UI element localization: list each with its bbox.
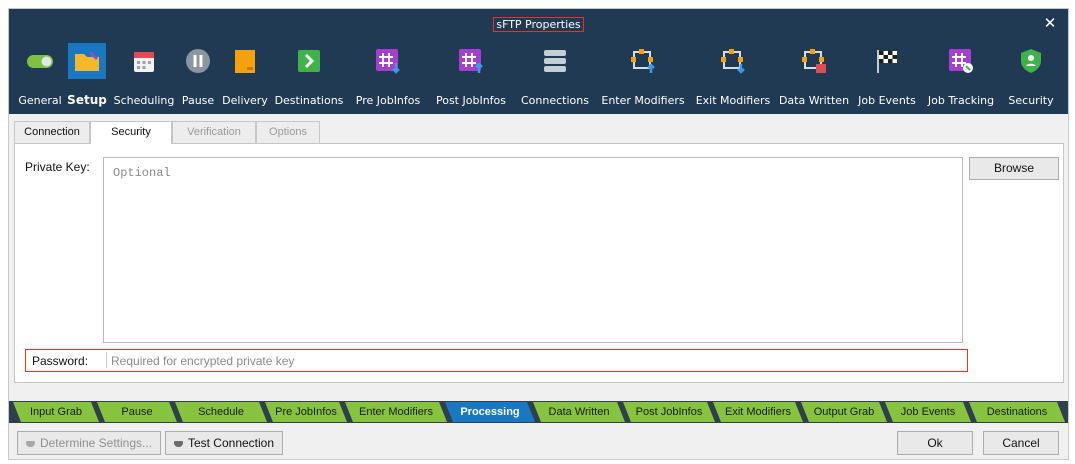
toolbar-enter-modifiers[interactable]: Enter Modifiers [597,47,689,111]
determine-settings-label: Determine Settings... [39,436,153,450]
browse-label: Browse [993,161,1034,175]
security-panel: Private Key: Optional Browse Password: [14,143,1064,383]
hash-up-icon [459,49,483,73]
step-job-events[interactable]: Job Events [885,402,971,422]
modifier-exit-icon [721,49,745,74]
step-exit-modifiers[interactable]: Exit Modifiers [713,402,803,422]
step-input-grab[interactable]: Input Grab [13,402,99,422]
determine-settings-button[interactable]: Determine Settings... [17,431,161,455]
step-processing[interactable]: Processing [445,402,535,422]
step-schedule[interactable]: Schedule [175,402,267,422]
cancel-button[interactable]: Cancel [983,431,1059,455]
toolbar-post-jobinfos-label: Post JobInfos [435,94,507,107]
step-pause[interactable]: Pause [97,402,177,422]
cancel-label: Cancel [1002,436,1040,450]
toolbar-enter-modifiers-label: Enter Modifiers [601,94,685,107]
ok-label: Ok [927,436,943,450]
toolbar-scheduling-label: Scheduling [113,94,175,107]
step-enter-modifiers[interactable]: Enter Modifiers [345,402,447,422]
arrow-right-icon [298,50,320,72]
browse-button[interactable]: Browse [969,157,1059,180]
toggle-icon [27,55,53,68]
toolbar-data-written[interactable]: Data Written [777,47,851,111]
private-key-label: Private Key: [25,160,90,174]
window-title: sFTP Properties [493,17,584,32]
title-bar: sFTP Properties ✕ [9,9,1068,41]
toolbar-data-written-label: Data Written [778,94,850,107]
password-field[interactable] [111,352,961,369]
shield-icon [1021,49,1041,73]
checkered-flag-icon [877,50,897,73]
password-row: Password: [25,349,968,372]
toolbar-connections[interactable]: Connections [515,47,595,111]
toolbar-job-tracking[interactable]: Job Tracking [923,47,999,111]
hash-down-icon [376,49,400,74]
ok-button[interactable]: Ok [897,431,973,455]
toolbar-setup[interactable]: Setup [65,43,109,111]
toolbar-general-label: General [18,94,62,107]
toolbar-post-jobinfos[interactable]: Post JobInfos [429,47,513,111]
tab-connection[interactable]: Connection [14,121,90,143]
test-connection-label: Test Connection [187,436,275,450]
close-button[interactable]: ✕ [1041,14,1059,32]
toolbar-connections-label: Connections [521,94,589,107]
toolbar-exit-modifiers-label: Exit Modifiers [695,94,771,107]
toolbar-job-events[interactable]: Job Events [853,47,921,111]
modifier-enter-icon [631,49,655,73]
toolbar-destinations-label: Destinations [274,94,344,107]
step-output-grab[interactable]: Output Grab [801,402,887,422]
database-icon [544,50,566,72]
workflow-strip: Input Grab Pause Schedule Pre JobInfos E… [9,401,1068,423]
toolbar-pause-label: Pause [181,94,215,107]
test-connection-button[interactable]: Test Connection [165,431,283,455]
plug-icon [173,440,183,447]
toolbar-pre-jobinfos-label: Pre JobInfos [355,94,421,107]
plug-icon [25,440,35,447]
toolbar-destinations[interactable]: Destinations [271,47,347,111]
folder-icon [75,51,99,71]
step-data-written[interactable]: Data Written [533,402,625,422]
private-key-textarea[interactable]: Optional [103,157,963,343]
toolbar-security-label: Security [1008,94,1054,107]
password-label: Password: [32,354,89,368]
toolbar-delivery-label: Delivery [222,94,268,107]
toolbar-general[interactable]: General [17,47,63,111]
toolbar-setup-label: Setup [67,93,107,107]
tab-security[interactable]: Security [90,121,172,144]
step-pre-jobinfos[interactable]: Pre JobInfos [265,402,347,422]
tab-verification[interactable]: Verification [172,121,256,143]
pause-icon [186,49,210,73]
private-key-placeholder: Optional [113,166,171,180]
toolbar-job-events-label: Job Events [858,94,916,107]
data-written-icon [802,49,826,73]
calendar-icon [134,52,154,72]
toolbar-delivery[interactable]: Delivery [220,47,270,111]
toolbar-security[interactable]: Security [1001,47,1061,111]
toolbar-pre-jobinfos[interactable]: Pre JobInfos [349,47,427,111]
package-icon [235,50,255,73]
toolbar: General Setup Scheduling Pause Delivery … [9,41,1068,114]
step-post-jobinfos[interactable]: Post JobInfos [623,402,715,422]
toolbar-pause[interactable]: Pause [177,47,219,111]
hash-tracking-icon [949,49,973,73]
sftp-properties-window: sFTP Properties ✕ General Setup Scheduli… [8,8,1069,460]
step-destinations[interactable]: Destinations [969,402,1065,422]
toolbar-scheduling[interactable]: Scheduling [111,47,177,111]
tab-options[interactable]: Options [256,121,320,143]
toolbar-exit-modifiers[interactable]: Exit Modifiers [691,47,775,111]
toolbar-job-tracking-label: Job Tracking [927,94,995,107]
